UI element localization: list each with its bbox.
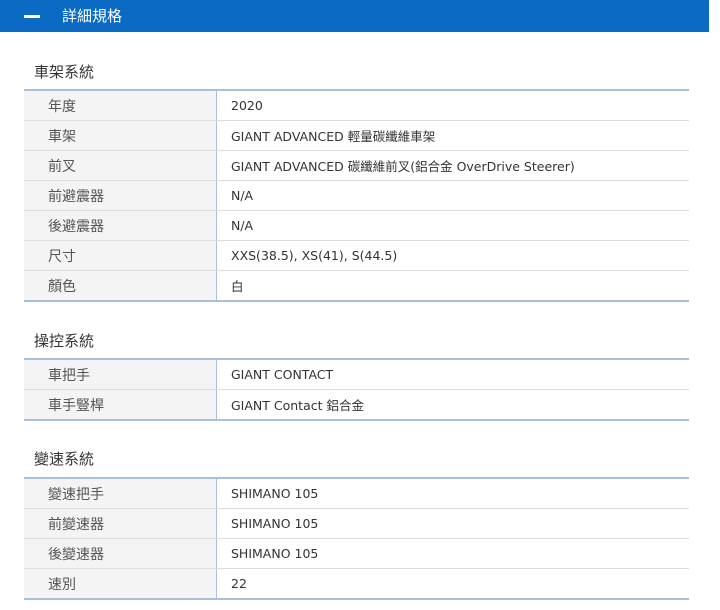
row-label: 車架 [24,120,217,151]
table-row: 後變速器 SHIMANO 105 [24,538,689,569]
row-value: 白 [231,279,244,294]
row-value: GIANT Contact 鋁合金 [231,398,364,413]
table-row: 顏色 白 [24,270,689,301]
table-row: 前避震器 N/A [24,180,689,211]
row-value: SHIMANO 105 [216,538,689,569]
row-value: GIANT CONTACT [216,359,689,390]
table-row: 變速把手 SHIMANO 105 [24,478,689,509]
spec-table-frame: 年度 2020 車架 GIANT ADVANCED 輕量碳纖維車架 前叉 GIA… [24,89,689,302]
spec-table-drivetrain: 變速把手 SHIMANO 105 前變速器 SHIMANO 105 後變速器 S… [24,477,689,600]
row-value: N/A [216,210,689,241]
table-row: 前變速器 SHIMANO 105 [24,508,689,539]
row-label: 變速把手 [24,478,217,509]
row-label: 前叉 [24,150,217,181]
row-label: 顏色 [24,270,217,301]
row-value: N/A [216,180,689,211]
table-row: 前叉 GIANT ADVANCED 碳纖維前叉(鋁合金 OverDrive St… [24,150,689,181]
row-value: XXS(38.5), XS(41), S(44.5) [216,240,689,271]
row-value: SHIMANO 105 [216,508,689,539]
table-row: 後避震器 N/A [24,210,689,241]
row-value: GIANT ADVANCED 碳纖維前叉(鋁合金 OverDrive Steer… [216,150,689,181]
row-label: 前避震器 [24,180,217,211]
table-row: 速別 22 [24,568,689,599]
table-row: 車手豎桿 GIANT Contact 鋁合金 [24,389,689,420]
row-value: SHIMANO 105 [216,478,689,509]
row-label: 年度 [24,90,217,121]
table-row: 尺寸 XXS(38.5), XS(41), S(44.5) [24,240,689,271]
row-label: 車手豎桿 [24,389,217,420]
row-label: 尺寸 [24,240,217,271]
table-row: 車把手 GIANT CONTACT [24,359,689,390]
section-title-frame: 車架系統 [34,63,95,81]
row-label: 車把手 [24,359,217,390]
table-row: 年度 2020 [24,90,689,121]
section-title-drivetrain: 變速系統 [34,450,95,468]
spec-panel-header[interactable]: 詳細規格 [0,0,709,32]
panel-title: 詳細規格 [62,7,123,25]
table-row: 車架 GIANT ADVANCED 輕量碳纖維車架 [24,120,689,151]
minus-icon[interactable] [24,14,40,18]
row-label: 前變速器 [24,508,217,539]
row-value: 22 [231,576,247,591]
row-label: 後變速器 [24,538,217,569]
spec-table-control: 車把手 GIANT CONTACT 車手豎桿 GIANT Contact 鋁合金 [24,358,689,421]
row-value: GIANT ADVANCED 輕量碳纖維車架 [216,120,689,151]
row-label: 後避震器 [24,210,217,241]
row-label: 速別 [24,568,217,599]
row-value: 2020 [216,90,689,121]
section-title-control: 操控系統 [34,332,95,350]
